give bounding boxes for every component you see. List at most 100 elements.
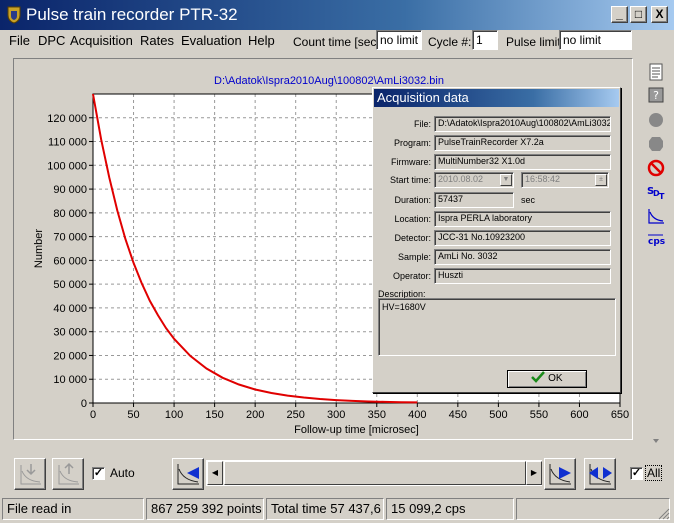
menu-bar: File DPC Acquisition Rates Evaluation He… bbox=[0, 30, 674, 52]
x-tick-label: 0 bbox=[90, 409, 96, 421]
status-total-time: Total time 57 437,6 bbox=[266, 498, 384, 520]
sample-field[interactable]: AmLi No. 3032 bbox=[434, 249, 611, 265]
y-tick-label: 100 000 bbox=[47, 160, 87, 172]
x-tick-label: 100 bbox=[165, 409, 183, 421]
record-icon[interactable] bbox=[646, 110, 666, 130]
scroll-left-icon[interactable]: ◀ bbox=[207, 461, 223, 485]
status-message: File read in bbox=[2, 498, 144, 520]
y-tick-label: 80 000 bbox=[53, 208, 87, 220]
cps-icon[interactable]: cps bbox=[646, 230, 666, 250]
curve-left-arrow-icon bbox=[177, 464, 199, 485]
maximize-button[interactable]: □ bbox=[630, 6, 647, 23]
window-title: Pulse train recorder PTR-32 bbox=[26, 5, 238, 24]
svg-text:cps: cps bbox=[648, 237, 665, 247]
menu-help[interactable]: Help bbox=[248, 33, 275, 49]
file-field[interactable]: D:\Adatok\Ispra2010Aug\100802\AmLi3032.b… bbox=[434, 116, 611, 132]
y-tick-label: 120 000 bbox=[47, 113, 87, 125]
firmware-field[interactable]: MultiNumber32 X1.0d bbox=[434, 154, 611, 170]
location-label: Location: bbox=[394, 214, 431, 224]
x-tick-label: 650 bbox=[611, 409, 629, 421]
x-tick-label: 50 bbox=[127, 409, 139, 421]
curve-both-arrows-icon bbox=[589, 464, 612, 485]
x-tick-label: 150 bbox=[205, 409, 223, 421]
y-tick-label: 40 000 bbox=[53, 303, 87, 315]
start-date-picker[interactable]: 2010.08.02 ▼ bbox=[434, 172, 514, 188]
x-tick-label: 200 bbox=[246, 409, 264, 421]
scroll-to-end-button[interactable] bbox=[544, 458, 576, 490]
title-bar: Pulse train recorder PTR-32 _ □ X bbox=[0, 0, 674, 30]
start-time-value: 16:58:42 bbox=[525, 174, 561, 184]
auto-checkbox[interactable]: ✓ bbox=[92, 467, 105, 480]
description-textarea[interactable]: HV=1680V bbox=[378, 298, 616, 356]
program-field[interactable]: PulseTrainRecorder X7.2a bbox=[434, 135, 611, 151]
scroll-down-arrow-icon[interactable] bbox=[646, 436, 666, 446]
x-tick-label: 600 bbox=[570, 409, 588, 421]
sdt-icon[interactable]: SD T bbox=[646, 182, 666, 202]
x-tick-label: 350 bbox=[368, 409, 386, 421]
firmware-label: Firmware: bbox=[391, 157, 431, 167]
x-tick-label: 400 bbox=[408, 409, 426, 421]
y-tick-label: 110 000 bbox=[48, 137, 87, 149]
duration-label: Duration: bbox=[394, 195, 431, 205]
zoom-out-curve-button[interactable] bbox=[52, 458, 84, 490]
pulse-limit-label: Pulse limit: bbox=[506, 35, 565, 49]
menu-file[interactable]: File bbox=[9, 33, 30, 49]
decay-curve-icon[interactable] bbox=[646, 206, 666, 226]
chevron-down-icon[interactable]: ▼ bbox=[500, 174, 512, 186]
duration-field[interactable]: 57437 bbox=[434, 192, 514, 208]
count-time-input[interactable]: no limit bbox=[376, 30, 422, 50]
start-time-picker[interactable]: 16:58:42 ± bbox=[521, 172, 609, 188]
all-checkbox[interactable]: ✓ bbox=[630, 467, 643, 480]
detector-label: Detector: bbox=[394, 233, 431, 243]
y-tick-label: 20 000 bbox=[53, 350, 87, 362]
detector-field[interactable]: JCC-31 No.10923200 bbox=[434, 230, 611, 246]
cycle-input[interactable]: 1 bbox=[472, 30, 498, 50]
start-date-value: 2010.08.02 bbox=[438, 174, 484, 184]
menu-rates[interactable]: Rates bbox=[140, 33, 174, 49]
x-tick-label: 550 bbox=[530, 409, 548, 421]
status-bar: File read in 867 259 392 points Total ti… bbox=[0, 496, 674, 523]
chart-file-path: D:\Adatok\Ispra2010Aug\100802\AmLi3032.b… bbox=[214, 75, 444, 87]
app-logo-icon bbox=[7, 6, 21, 24]
resize-grip-icon[interactable] bbox=[658, 508, 670, 520]
scroll-right-icon[interactable]: ▶ bbox=[526, 461, 542, 485]
menu-acquisition[interactable]: Acquisition bbox=[70, 33, 133, 49]
cancel-icon[interactable] bbox=[646, 158, 666, 178]
dialog-title: Acquisition data bbox=[374, 89, 619, 107]
scroll-thumb[interactable] bbox=[224, 461, 526, 485]
auto-label: Auto bbox=[110, 466, 135, 480]
zoom-in-curve-button[interactable] bbox=[14, 458, 46, 490]
menu-dpc[interactable]: DPC bbox=[38, 33, 65, 49]
help-icon[interactable]: ? bbox=[646, 86, 666, 106]
status-points: 867 259 392 points bbox=[146, 498, 264, 520]
curve-up-arrow-icon bbox=[58, 462, 79, 485]
duration-unit: sec bbox=[521, 195, 536, 205]
y-tick-label: 30 000 bbox=[53, 327, 87, 339]
stop-icon[interactable] bbox=[646, 134, 666, 154]
start-time-label: Start time: bbox=[389, 175, 431, 185]
ok-button[interactable]: OK bbox=[507, 370, 587, 388]
all-label: All bbox=[644, 465, 663, 481]
document-icon[interactable] bbox=[646, 62, 666, 82]
close-button[interactable]: X bbox=[651, 6, 668, 23]
svg-text:?: ? bbox=[653, 89, 659, 102]
scroll-to-start-button[interactable] bbox=[172, 458, 204, 490]
spin-updown-icon[interactable]: ± bbox=[595, 174, 607, 186]
menu-evaluation[interactable]: Evaluation bbox=[181, 33, 242, 49]
x-axis-label: Follow-up time [microsec] bbox=[294, 424, 419, 436]
x-tick-label: 450 bbox=[449, 409, 467, 421]
fit-all-button[interactable] bbox=[584, 458, 616, 490]
pulse-limit-input[interactable]: no limit bbox=[559, 30, 632, 50]
x-tick-label: 500 bbox=[489, 409, 507, 421]
y-tick-label: 50 000 bbox=[53, 279, 87, 291]
operator-field[interactable]: Huszti bbox=[434, 268, 611, 284]
y-tick-label: 70 000 bbox=[53, 232, 87, 244]
cycle-label: Cycle #: bbox=[428, 35, 472, 49]
status-empty bbox=[516, 498, 670, 520]
y-tick-label: 10 000 bbox=[53, 374, 87, 386]
location-field[interactable]: Ispra PERLA laboratory bbox=[434, 211, 611, 227]
horizontal-scrollbar[interactable]: ◀ ▶ bbox=[206, 460, 542, 486]
svg-text:T: T bbox=[659, 192, 665, 201]
y-axis-label: Number bbox=[33, 229, 45, 268]
minimize-button[interactable]: _ bbox=[611, 6, 628, 23]
